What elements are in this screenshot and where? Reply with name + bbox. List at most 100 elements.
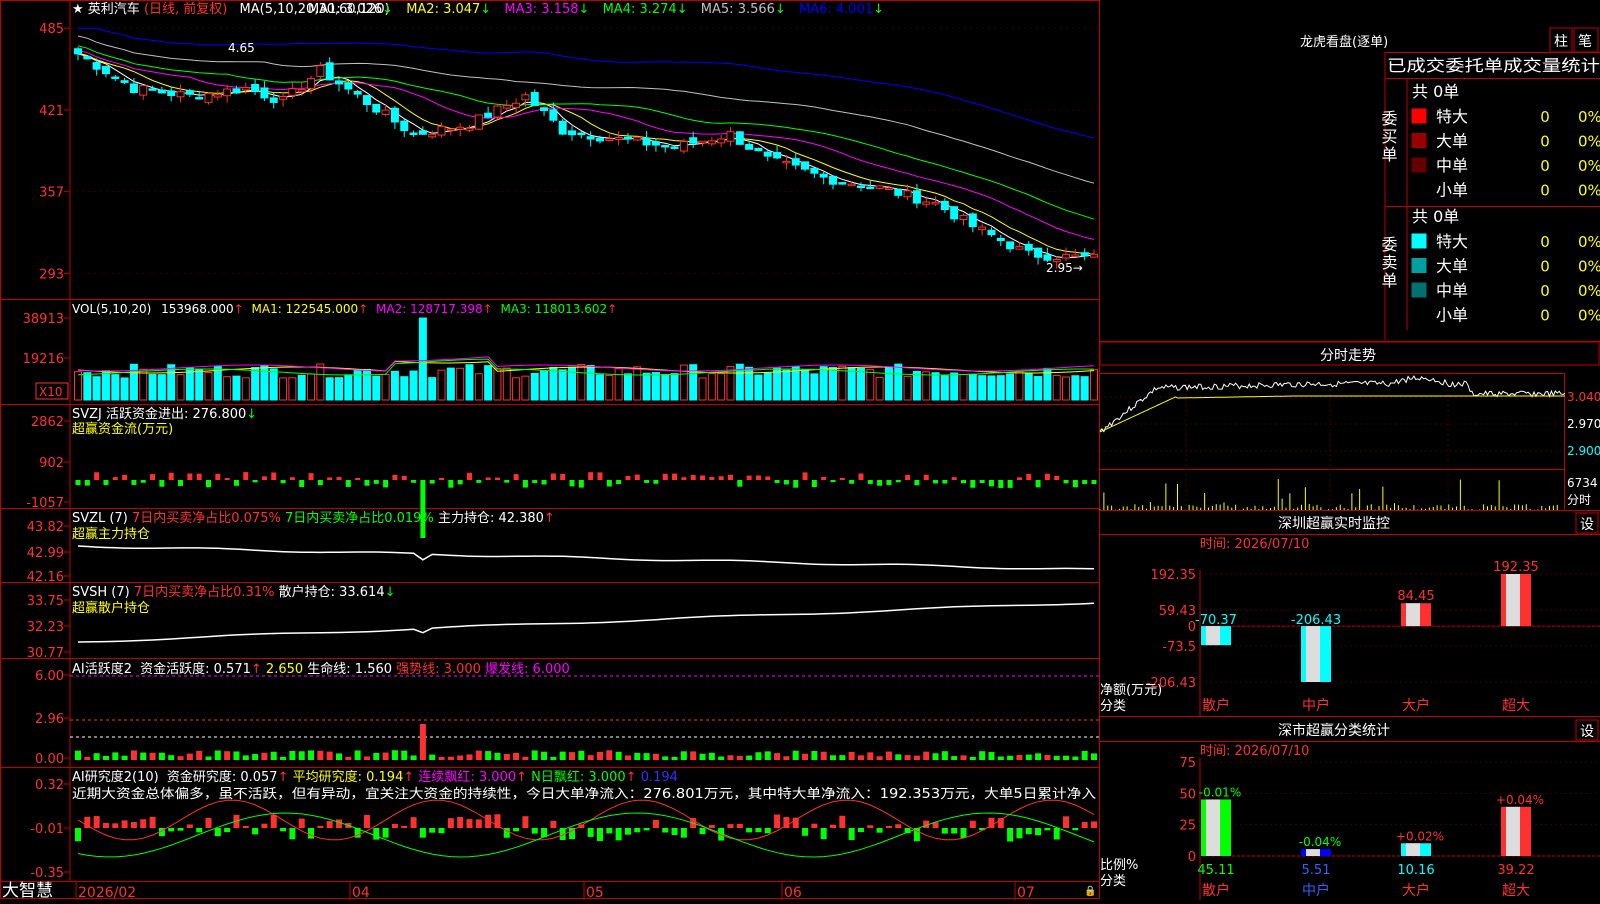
- volume-bar: [745, 366, 754, 401]
- inflow-bar: [709, 476, 715, 480]
- monitor-bar-4: [1501, 574, 1531, 627]
- research-bar: [820, 828, 827, 840]
- volume-bar: [791, 366, 800, 401]
- outflow-bar: [364, 480, 370, 486]
- y-tick-label: 2.96: [35, 712, 64, 727]
- inflow-bar: [494, 477, 500, 480]
- candle-up: [605, 138, 614, 142]
- volume-bar: [139, 368, 148, 401]
- research-bar: [410, 817, 417, 828]
- vol-title: VOL(5,10,20): [72, 302, 151, 316]
- candle-down: [92, 62, 101, 70]
- volume-bar: [92, 376, 101, 401]
- monitor-bar-3: [1401, 603, 1431, 627]
- svsh-line: [77, 602, 1095, 643]
- candle-down: [791, 158, 800, 166]
- activity-bar: [1016, 755, 1023, 760]
- volume-bar: [540, 370, 549, 401]
- research-bar: [270, 814, 277, 828]
- volume-bar: [307, 373, 316, 401]
- volume-bar: [400, 376, 409, 401]
- stats-category: 中户: [1302, 882, 1330, 899]
- activity-bar: [718, 756, 725, 760]
- volume-bar: [213, 365, 222, 401]
- candle-up: [465, 127, 474, 131]
- volume-bar: [558, 369, 567, 401]
- inflow-bar: [662, 473, 668, 480]
- candle-up: [288, 88, 297, 96]
- inflow-bar: [224, 477, 230, 480]
- activity-bar: [270, 751, 277, 760]
- buy-row-label: 大单: [1436, 132, 1468, 151]
- monitor-x-title: 分类: [1100, 699, 1126, 714]
- volume-bar: [493, 368, 502, 401]
- candle-up: [922, 201, 931, 205]
- sell-row-count: 0: [1540, 307, 1550, 325]
- volume-bar: [670, 373, 679, 401]
- avg-research-line: [77, 812, 1095, 858]
- volume-bar: [279, 377, 288, 401]
- candle-down: [754, 147, 763, 152]
- stroke-mode-label: 笔: [1578, 34, 1592, 50]
- outflow-bar: [317, 480, 323, 486]
- ai-active-text1: 资金活跃度: 0.571: [140, 661, 251, 677]
- activity-bar: [913, 755, 920, 760]
- sell-color-swatch: [1411, 233, 1427, 249]
- activity-bar: [93, 753, 100, 760]
- candle-down: [996, 237, 1005, 242]
- activity-bar: [1044, 755, 1051, 760]
- research-bar: [624, 828, 631, 835]
- volume-ma-line: [77, 360, 1095, 374]
- volume-bar: [1015, 370, 1024, 401]
- inflow-bar: [187, 473, 193, 480]
- research-bar: [764, 828, 771, 834]
- research-bar: [652, 819, 659, 828]
- candle-down: [558, 120, 567, 135]
- research-bar: [895, 824, 902, 828]
- volume-bar: [698, 377, 707, 401]
- activity-bar: [1025, 754, 1032, 760]
- candle-up: [213, 94, 222, 98]
- ai-active-bars: [70, 675, 1100, 760]
- research-bar: [419, 828, 426, 838]
- outflow-bar: [1072, 480, 1078, 488]
- inflow-bar: [289, 477, 295, 480]
- lock-icon[interactable]: 🔒: [1084, 885, 1096, 897]
- ai-research-text1: 资金研究度: 0.057: [167, 769, 278, 785]
- activity-bar: [615, 751, 622, 760]
- volume-bar: [810, 373, 819, 401]
- volume-bar: [978, 375, 987, 401]
- sell-row-count: 0: [1540, 233, 1550, 251]
- research-bar: [326, 821, 333, 828]
- candle-up: [959, 214, 968, 220]
- monitor-title: 深圳超赢实时监控: [1278, 515, 1390, 532]
- research-bar: [531, 828, 538, 834]
- outflow-bar: [1063, 480, 1069, 484]
- candle-up: [1015, 246, 1024, 250]
- intraday-price-line: [1099, 375, 1566, 433]
- buy-total: 共 0单: [1412, 82, 1459, 101]
- volume-bar: [334, 377, 343, 401]
- research-bar: [447, 818, 454, 828]
- ma-legend-value: MA3: 3.158: [504, 2, 578, 17]
- outflow-bar: [1035, 480, 1041, 488]
- research-bar: [839, 815, 846, 828]
- candle-up: [428, 133, 437, 138]
- research-bar: [951, 828, 958, 834]
- y-tick-label: 38913: [23, 312, 64, 327]
- ai-active-text2: 2.650: [266, 662, 303, 677]
- period-label[interactable]: (日线, 前复权): [144, 1, 227, 17]
- candle-down: [409, 132, 418, 136]
- svzj-title: SVZJ 活跃资金进出: 276.800: [72, 406, 246, 422]
- y-tick-label: 485: [39, 22, 64, 37]
- star-icon[interactable]: ★: [72, 2, 84, 17]
- research-bar: [699, 828, 706, 835]
- ai-research-text2: 平均研究度: 0.194: [293, 769, 404, 785]
- candle-down: [260, 87, 269, 99]
- inflow-bar: [634, 474, 640, 480]
- research-bar: [252, 828, 259, 835]
- ai-research-header: AI研究度2(10) 资金研究度: 0.057↑ 平均研究度: 0.194↑ 连…: [72, 769, 678, 785]
- activity-bar: [522, 756, 529, 760]
- activity-bar: [802, 753, 809, 760]
- inflow-bar: [746, 475, 752, 480]
